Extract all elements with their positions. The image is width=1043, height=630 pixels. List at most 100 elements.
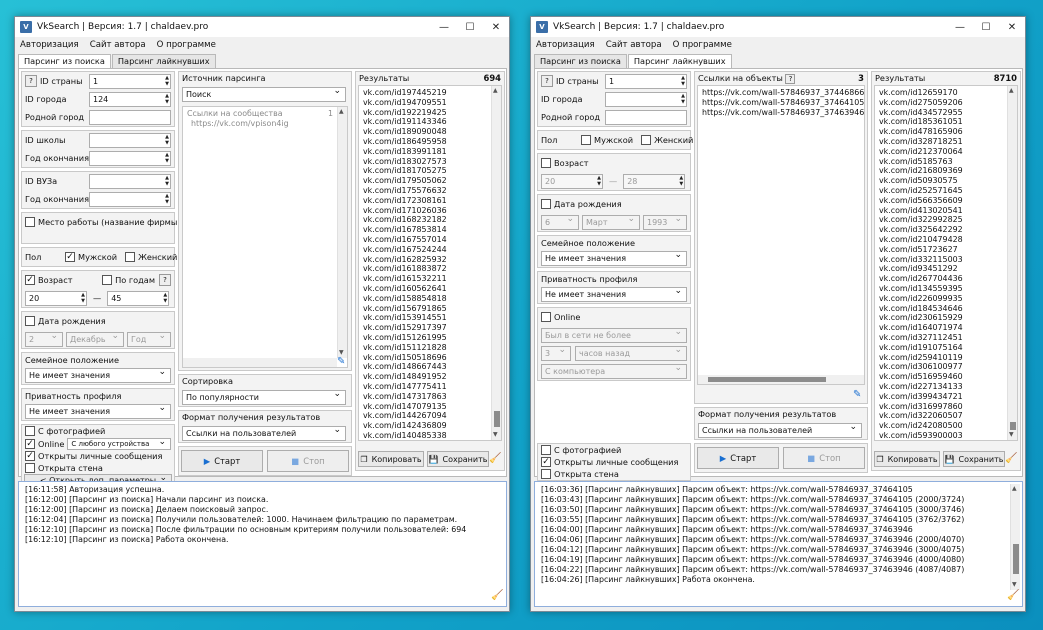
log-line[interactable]: [16:12:00] [Парсинг из поиска] Начали па… [25, 495, 500, 505]
format-select[interactable]: Ссылки на пользователей [698, 422, 862, 438]
log-line[interactable]: [16:12:10] [Парсинг из поиска] Работа ок… [25, 535, 500, 545]
save-button[interactable]: 💾 Сохранить [943, 451, 1005, 467]
result-item[interactable]: vk.com/id148667443 [363, 362, 497, 372]
result-item[interactable]: vk.com/id151261995 [363, 333, 497, 343]
result-item[interactable]: vk.com/id185361051 [879, 117, 1013, 127]
result-item[interactable]: vk.com/id134559395 [879, 284, 1013, 294]
spinner-arrows-icon[interactable]: ▲ ▼ [163, 292, 167, 305]
result-item[interactable]: vk.com/id140485338 [363, 431, 497, 440]
school-grad-input[interactable]: ▲ ▼ [89, 150, 171, 166]
scrollbar-thumb[interactable] [1010, 422, 1016, 430]
result-item[interactable]: vk.com/id566356609 [879, 196, 1013, 206]
result-item[interactable]: vk.com/id316997860 [879, 402, 1013, 412]
spinner-arrows-icon[interactable]: ▲ ▼ [679, 175, 683, 188]
birth-year-select[interactable]: 1993 [643, 214, 687, 230]
help-icon[interactable]: ? [159, 274, 171, 286]
univ-id-input[interactable]: ▲ ▼ [89, 173, 171, 189]
edit-list-icon[interactable]: ✎ [853, 389, 865, 401]
age-to-input[interactable]: 45 ▲ ▼ [107, 290, 170, 306]
start-button[interactable]: ▶ Старт [181, 450, 263, 472]
age-to-input[interactable]: 28 ▲ ▼ [623, 173, 686, 189]
clear-log-broom-icon[interactable]: 🧹 [1007, 591, 1019, 603]
work-checkbox[interactable] [25, 217, 35, 227]
tab-search-parsing[interactable]: Парсинг из поиска [18, 54, 111, 68]
hours-unit-select[interactable]: часов назад [575, 345, 687, 361]
result-item[interactable]: vk.com/id252571645 [879, 186, 1013, 196]
result-item[interactable]: vk.com/id399434721 [879, 392, 1013, 402]
format-select[interactable]: Ссылки на пользователей [182, 425, 346, 441]
horizontal-scrollbar[interactable] [183, 358, 337, 367]
result-item[interactable]: vk.com/id327112451 [879, 333, 1013, 343]
menu-auth[interactable]: Авторизация [20, 40, 79, 50]
result-item[interactable]: vk.com/id147317863 [363, 392, 497, 402]
result-item[interactable]: vk.com/id275059206 [879, 98, 1013, 108]
result-item[interactable]: vk.com/id593900003 [879, 431, 1013, 440]
scrollbar-thumb[interactable] [708, 377, 826, 382]
privacy-select[interactable]: Не имеет значения [541, 286, 687, 302]
result-item[interactable]: vk.com/id161883872 [363, 264, 497, 274]
hometown-input[interactable] [89, 109, 171, 125]
online-checkbox[interactable] [541, 312, 551, 322]
device-select[interactable]: С компьютера [541, 363, 687, 379]
log-line[interactable]: [16:03:50] [Парсинг лайкнувших] Парсим о… [541, 505, 1016, 515]
birth-year-select[interactable]: Год [127, 331, 171, 347]
vertical-scrollbar[interactable]: ▲ ▼ [491, 86, 501, 440]
object-link-item[interactable]: https://vk.com/wall-57846937_37463946 [702, 108, 864, 118]
result-item[interactable]: vk.com/id183991181 [363, 147, 497, 157]
clear-broom-icon[interactable]: 🧹 [1005, 453, 1017, 465]
age-checkbox[interactable] [541, 158, 551, 168]
result-item[interactable]: vk.com/id147775411 [363, 382, 497, 392]
hometown-input[interactable] [605, 109, 687, 125]
result-item[interactable]: vk.com/id156791865 [363, 304, 497, 314]
result-item[interactable]: vk.com/id212370064 [879, 147, 1013, 157]
spinner-arrows-icon[interactable]: ▲ ▼ [165, 75, 169, 88]
community-link[interactable]: https://vk.com/vpison4ig [187, 119, 343, 129]
online-checkbox[interactable] [25, 438, 35, 449]
vertical-scrollbar[interactable]: ▲ ▼ [1007, 86, 1017, 440]
result-item[interactable]: vk.com/id259410119 [879, 353, 1013, 363]
result-item[interactable]: vk.com/id194709551 [363, 98, 497, 108]
log-line[interactable]: [16:12:10] [Парсинг из поиска] После фил… [25, 525, 500, 535]
spinner-arrows-icon[interactable]: ▲ ▼ [81, 292, 85, 305]
result-item[interactable]: vk.com/id413020541 [879, 206, 1013, 216]
spinner-arrows-icon[interactable]: ▲ ▼ [165, 93, 169, 106]
result-item[interactable]: vk.com/id242080500 [879, 421, 1013, 431]
result-item[interactable]: vk.com/id197445219 [363, 88, 497, 98]
log-line[interactable]: [16:04:26] [Парсинг лайкнувших] Работа о… [541, 575, 1016, 585]
open-wall-checkbox[interactable] [25, 463, 35, 473]
scroll-up-icon[interactable]: ▲ [1012, 484, 1017, 494]
result-item[interactable]: vk.com/id267704436 [879, 274, 1013, 284]
tab-likers-parsing[interactable]: Парсинг лайкнувших [627, 54, 732, 68]
result-item[interactable]: vk.com/id168232182 [363, 215, 497, 225]
result-item[interactable]: vk.com/id230615929 [879, 313, 1013, 323]
scroll-up-icon[interactable]: ▲ [493, 86, 498, 96]
result-item[interactable]: vk.com/id192219425 [363, 108, 497, 118]
result-item[interactable]: vk.com/id93451292 [879, 264, 1013, 274]
spinner-arrows-icon[interactable]: ▲ ▼ [165, 134, 169, 147]
minimize-icon[interactable]: — [431, 17, 457, 37]
menu-about[interactable]: О программе [673, 40, 732, 50]
result-item[interactable]: vk.com/id158854818 [363, 294, 497, 304]
result-item[interactable]: vk.com/id160562641 [363, 284, 497, 294]
close-icon[interactable]: ✕ [999, 17, 1025, 37]
results-list[interactable]: vk.com/id12659170 vk.com/id275059206 vk.co… [874, 85, 1018, 441]
result-item[interactable]: vk.com/id167557014 [363, 235, 497, 245]
result-item[interactable]: vk.com/id167853814 [363, 225, 497, 235]
menu-author-site[interactable]: Сайт автора [606, 40, 662, 50]
log-line[interactable]: [16:04:00] [Парсинг лайкнувших] Парсим о… [541, 525, 1016, 535]
country-id-input[interactable]: 1 ▲ ▼ [89, 73, 171, 89]
spinner-arrows-icon[interactable]: ▲ ▼ [165, 193, 169, 206]
age-from-input[interactable]: 20 ▲ ▼ [541, 173, 603, 189]
spinner-arrows-icon[interactable]: ▲ ▼ [681, 75, 685, 88]
result-item[interactable]: vk.com/id142436809 [363, 421, 497, 431]
photo-checkbox[interactable] [25, 426, 35, 436]
result-item[interactable]: vk.com/id328718251 [879, 137, 1013, 147]
result-item[interactable]: vk.com/id150518696 [363, 353, 497, 363]
birth-month-select[interactable]: Декабрь [66, 331, 124, 347]
object-link-item[interactable]: https://vk.com/wall-57846937_37446866 [702, 88, 864, 98]
result-item[interactable]: vk.com/id332115003 [879, 255, 1013, 265]
birth-day-select[interactable]: 6 [541, 214, 579, 230]
result-item[interactable]: vk.com/id153914551 [363, 313, 497, 323]
clear-broom-icon[interactable]: 🧹 [489, 453, 501, 465]
last-seen-select[interactable]: Был в сети не более [541, 327, 687, 343]
